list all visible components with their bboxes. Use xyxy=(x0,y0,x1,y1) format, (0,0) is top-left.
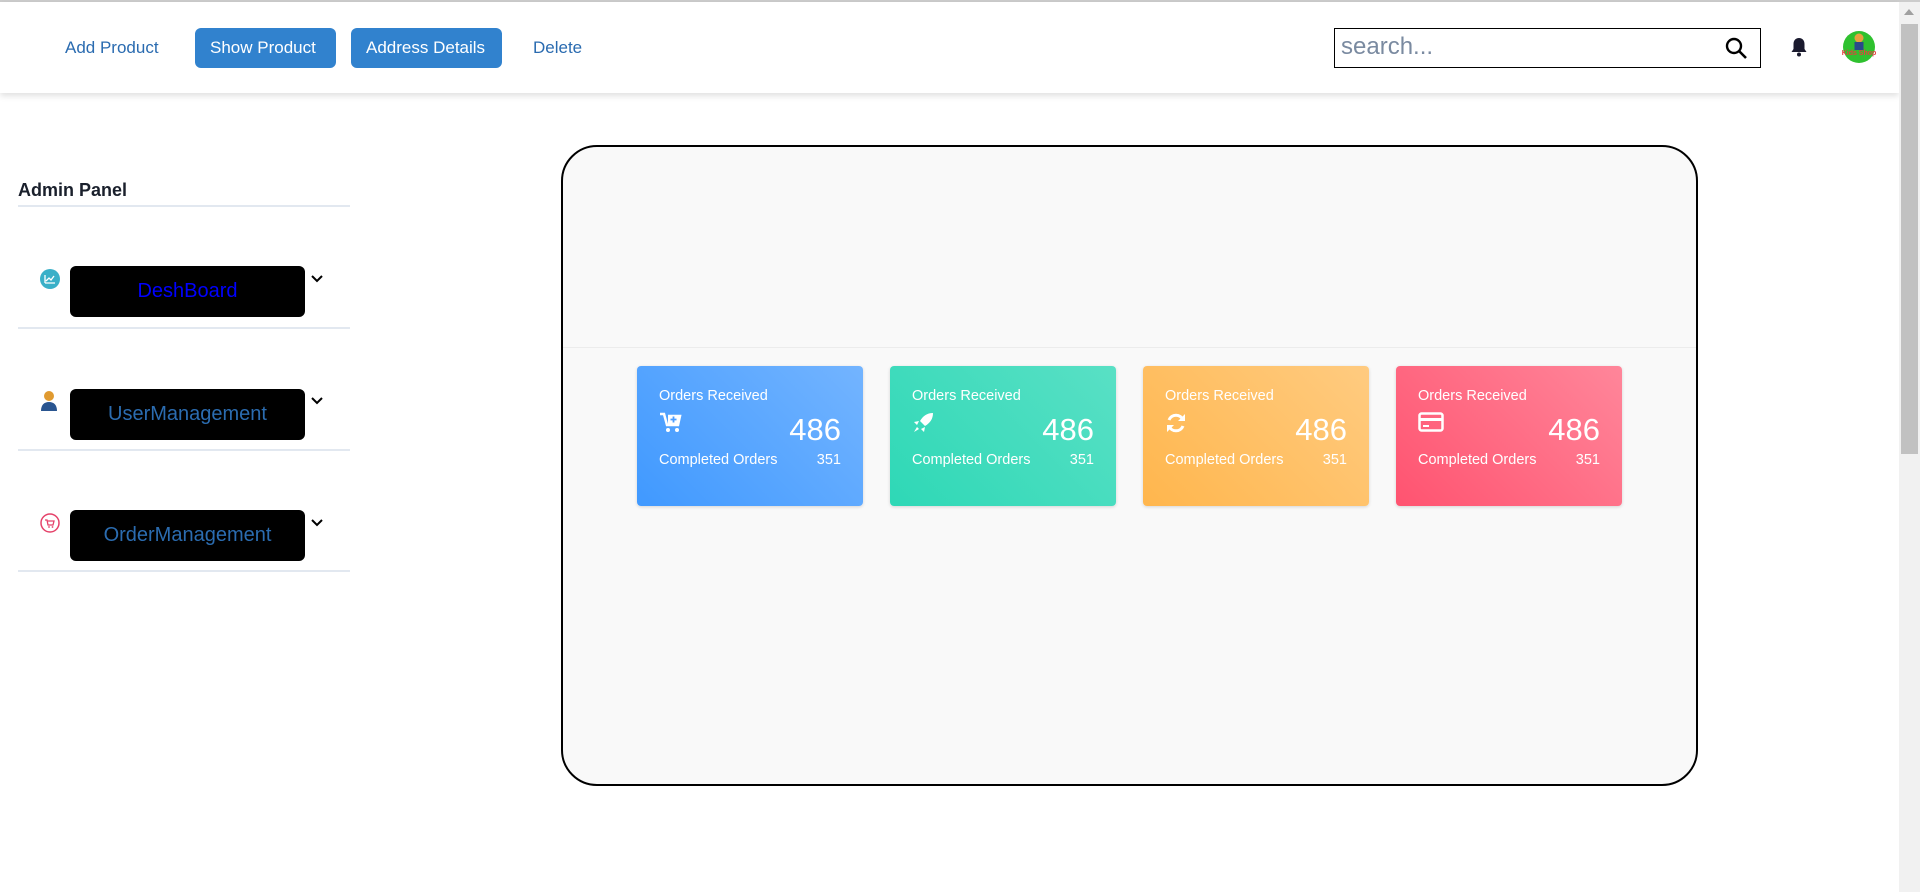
sidebar-item-order-management[interactable]: OrderManagement xyxy=(70,510,305,561)
card-title: Orders Received xyxy=(912,388,1021,404)
stat-card: Orders Received 486 Completed Orders 351 xyxy=(1143,366,1369,506)
search-input[interactable] xyxy=(1335,29,1705,65)
add-product-link[interactable]: Add Product xyxy=(50,28,174,68)
divider xyxy=(18,205,350,207)
top-navbar: Add Product Show Product Address Details… xyxy=(0,2,1899,93)
page-scrollbar[interactable] xyxy=(1899,2,1920,892)
stat-card: Orders Received 486 Completed Orders 351 xyxy=(637,366,863,506)
credit-card-icon xyxy=(1418,412,1444,432)
avatar-logo-text: Kids Shop xyxy=(1841,50,1877,57)
search-icon[interactable] xyxy=(1724,36,1748,60)
dashboard-panel: Orders Received 486 Completed Orders 351… xyxy=(561,145,1698,786)
divider xyxy=(18,570,350,572)
sidebar-item-dashboard[interactable]: DeshBoard xyxy=(70,266,305,317)
divider xyxy=(18,449,350,451)
stat-card: Orders Received 486 Completed Orders 351 xyxy=(890,366,1116,506)
cart-plus-icon xyxy=(660,412,682,432)
chevron-down-icon[interactable] xyxy=(310,518,324,528)
chevron-down-icon[interactable] xyxy=(310,274,324,284)
completed-orders-value: 351 xyxy=(1575,452,1600,468)
sidebar-title: Admin Panel xyxy=(18,180,128,200)
sidebar-item-user-management[interactable]: UserManagement xyxy=(70,389,305,440)
avatar-logo-icon xyxy=(1854,33,1864,50)
card-title: Orders Received xyxy=(1418,388,1527,404)
cart-icon xyxy=(40,513,60,533)
orders-received-value: 486 xyxy=(789,412,841,447)
completed-orders-label: Completed Orders xyxy=(912,452,1031,468)
card-title: Orders Received xyxy=(1165,388,1274,404)
show-product-button[interactable]: Show Product xyxy=(195,28,336,68)
scroll-up-arrow[interactable] xyxy=(1904,9,1914,15)
refresh-icon xyxy=(1167,413,1185,433)
completed-orders-value: 351 xyxy=(1322,452,1347,468)
bell-icon[interactable] xyxy=(1790,37,1808,57)
orders-received-value: 486 xyxy=(1042,412,1094,447)
orders-received-value: 486 xyxy=(1548,412,1600,447)
avatar[interactable]: Kids Shop xyxy=(1841,31,1877,63)
scrollbar-thumb[interactable] xyxy=(1901,24,1918,454)
completed-orders-value: 351 xyxy=(1069,452,1094,468)
completed-orders-label: Completed Orders xyxy=(1418,452,1537,468)
rocket-icon xyxy=(914,413,933,432)
completed-orders-label: Completed Orders xyxy=(1165,452,1284,468)
search-box xyxy=(1334,28,1761,68)
divider xyxy=(563,347,1696,348)
address-details-button[interactable]: Address Details xyxy=(351,28,502,68)
orders-received-value: 486 xyxy=(1295,412,1347,447)
stat-card: Orders Received 486 Completed Orders 351 xyxy=(1396,366,1622,506)
card-title: Orders Received xyxy=(659,388,768,404)
user-icon xyxy=(41,391,57,411)
chevron-down-icon[interactable] xyxy=(310,396,324,406)
completed-orders-label: Completed Orders xyxy=(659,452,778,468)
delete-link[interactable]: Delete xyxy=(518,28,597,68)
chart-line-icon xyxy=(40,269,60,289)
completed-orders-value: 351 xyxy=(816,452,841,468)
divider xyxy=(18,327,350,329)
